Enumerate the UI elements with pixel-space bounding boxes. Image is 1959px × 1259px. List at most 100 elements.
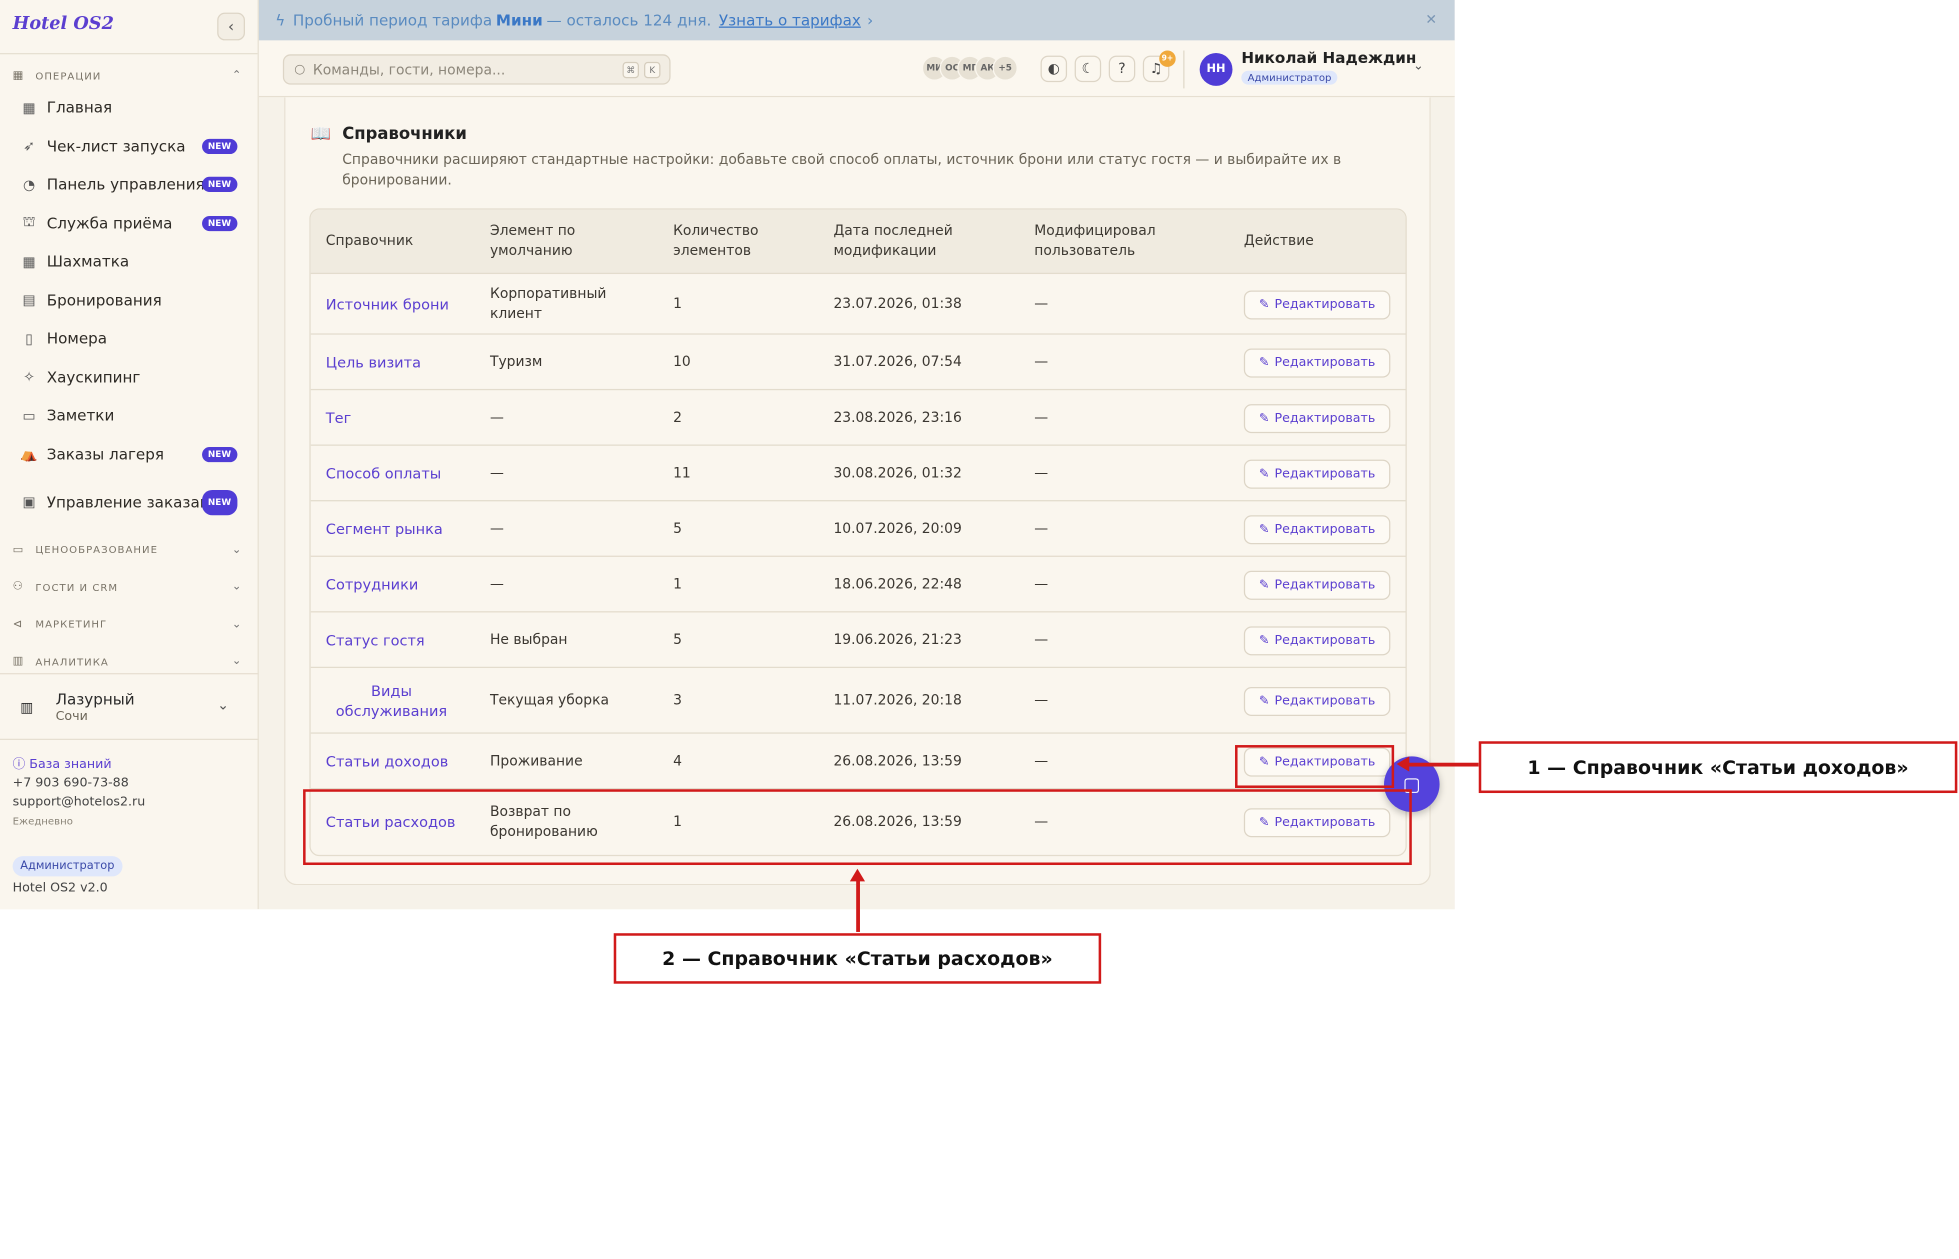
section-header[interactable]: ⚇ ГОСТИ И CRM ⌄ bbox=[0, 569, 258, 606]
sidebar-item-label: Хаускипинг bbox=[46, 368, 141, 387]
knowledge-base-link[interactable]: ⓘ База знаний bbox=[13, 753, 112, 772]
app-logo[interactable]: Hotel OS2 bbox=[13, 14, 114, 34]
banner-remaining: — осталось 124 дня. bbox=[546, 11, 712, 30]
table-cell: — bbox=[1034, 464, 1049, 482]
section-label: МАРКЕТИНГ bbox=[35, 619, 108, 631]
sidebar-item-label: Главная bbox=[46, 98, 113, 117]
sidebar-item[interactable]: ⛺ Заказы лагеря NEW bbox=[0, 435, 258, 474]
hotel-city: Сочи bbox=[55, 709, 88, 724]
sidebar-item[interactable]: ▦ Шахматка bbox=[0, 242, 258, 281]
section-operations[interactable]: ▦ ОПЕРАЦИИ ⌃ bbox=[0, 63, 258, 88]
edit-button[interactable]: ✎ Редактировать bbox=[1243, 570, 1391, 600]
table-cell: — bbox=[1034, 295, 1049, 312]
dictionary-link[interactable]: Источник брони bbox=[326, 294, 465, 314]
tariffs-link[interactable]: Узнать о тарифах bbox=[719, 11, 861, 29]
table-cell: — bbox=[489, 464, 504, 482]
chevron-down-icon: ⌄ bbox=[231, 543, 243, 557]
users-icon: ⚇ bbox=[12, 581, 24, 594]
table-row: Статус гостя Не выбран 5 19.06.2026, 21:23 —… bbox=[310, 612, 1406, 669]
edit-button-label: Редактировать bbox=[1274, 577, 1376, 592]
palette-button[interactable]: ◐ bbox=[1040, 55, 1068, 83]
sidebar-item[interactable]: ▯ Номера bbox=[0, 319, 258, 358]
divider bbox=[1183, 50, 1185, 89]
chevron-up-icon: ⌃ bbox=[231, 69, 243, 83]
edit-button[interactable]: ✎ Редактировать bbox=[1243, 289, 1391, 319]
door-icon: ▯ bbox=[25, 330, 33, 347]
theme-toggle-button[interactable]: ☾ bbox=[1074, 55, 1102, 83]
close-banner-button[interactable]: ✕ bbox=[1425, 11, 1437, 27]
edit-button[interactable]: ✎ Редактировать bbox=[1243, 403, 1391, 433]
table-cell: Не выбран bbox=[489, 631, 568, 648]
dictionary-link[interactable]: Тег bbox=[326, 408, 465, 428]
table-cell: 11 bbox=[673, 464, 691, 482]
building-icon: ▥ bbox=[20, 699, 34, 717]
kbd-k: K bbox=[644, 61, 661, 79]
new-badge: NEW bbox=[201, 446, 238, 462]
dictionary-link[interactable]: Статус гостя bbox=[326, 630, 465, 650]
table-icon: ▦ bbox=[22, 253, 36, 270]
sidebar-item[interactable]: ▤ Бронирования bbox=[0, 281, 258, 320]
pencil-icon: ✎ bbox=[1258, 522, 1270, 537]
dictionary-link[interactable]: Сегмент рынка bbox=[326, 519, 465, 539]
edit-button[interactable]: ✎ Редактировать bbox=[1243, 347, 1391, 377]
dictionary-link[interactable]: Виды обслуживания bbox=[326, 681, 457, 721]
hotel-selector[interactable]: ▥ Лазурный Сочи ⌄ bbox=[0, 673, 259, 741]
dictionary-link[interactable]: Способ оплаты bbox=[326, 463, 465, 483]
sidebar-item[interactable]: ✧ Хаускипинг bbox=[0, 358, 258, 397]
section-list: ▭ ЦЕНООБРАЗОВАНИЕ ⌄ ⚇ ГОСТИ И CRM ⌄ ⊲ МАРКЕТИНГ… bbox=[0, 532, 258, 681]
table-cell: Корпоративный клиент bbox=[489, 285, 607, 323]
edit-button[interactable]: ✎ Редактировать bbox=[1243, 625, 1391, 655]
page-title: Справочники bbox=[342, 125, 467, 144]
moon-icon: ☾ bbox=[1081, 60, 1095, 78]
edit-button[interactable]: ✎ Редактировать bbox=[1243, 459, 1391, 489]
banner-plan: Мини bbox=[495, 11, 543, 30]
new-badge: NEW bbox=[201, 177, 238, 193]
new-badge: NEW bbox=[201, 138, 238, 154]
sidebar-item[interactable]: ▭ Заметки bbox=[0, 397, 258, 436]
dictionary-link[interactable]: Статьи доходов bbox=[326, 751, 465, 771]
section-label: ЦЕНООБРАЗОВАНИЕ bbox=[35, 544, 158, 556]
search-input[interactable]: ○ Команды, гости, номера... ⌘ K bbox=[282, 54, 671, 85]
table-cell: — bbox=[489, 575, 504, 593]
page-description: Справочники расширяют стандартные настро… bbox=[342, 151, 1342, 189]
sidebar-header: Hotel OS2 ‹ bbox=[0, 0, 258, 55]
dictionary-link[interactable]: Сотрудники bbox=[326, 575, 465, 595]
table-cell: 26.08.2026, 13:59 bbox=[833, 752, 962, 770]
support-hours: Ежедневно bbox=[12, 815, 73, 828]
support-email[interactable]: support@hotelos2.ru bbox=[13, 796, 146, 810]
sidebar-item[interactable]: ➶ Чек-лист запуска NEW bbox=[0, 127, 258, 166]
table-cell: — bbox=[489, 520, 504, 537]
column-header: Элемент по умолчанию bbox=[489, 222, 576, 259]
user-avatar-small[interactable]: +5 bbox=[992, 55, 1018, 81]
section-header[interactable]: ▭ ЦЕНООБРАЗОВАНИЕ ⌄ bbox=[0, 532, 258, 569]
pencil-icon: ✎ bbox=[1258, 355, 1270, 370]
sidebar-item[interactable]: ▦ Главная bbox=[0, 88, 258, 127]
annotation-line-2 bbox=[856, 880, 860, 932]
user-name[interactable]: Николай Надеждин bbox=[1241, 49, 1416, 67]
sidebar-item-label: Шахматка bbox=[46, 252, 130, 271]
sidebar-item[interactable]: ▣ Управление заказами NEW bbox=[0, 474, 258, 532]
edit-button[interactable]: ✎ Редактировать bbox=[1243, 686, 1391, 716]
role-badge: Администратор bbox=[12, 856, 123, 877]
sidebar-item[interactable]: ◔ Панель управления NEW bbox=[0, 165, 258, 204]
annotation-line-1 bbox=[1408, 762, 1479, 767]
pencil-icon: ✎ bbox=[1258, 297, 1270, 312]
grid-icon: ▦ bbox=[22, 99, 36, 116]
table-cell: — bbox=[1034, 752, 1049, 770]
annotation-box-2 bbox=[303, 789, 1412, 866]
sparkle-icon: ✧ bbox=[23, 369, 35, 386]
support-phone[interactable]: +7 903 690-73-88 bbox=[13, 777, 129, 791]
dictionary-link[interactable]: Цель визита bbox=[326, 352, 465, 372]
edit-button[interactable]: ✎ Редактировать bbox=[1243, 514, 1391, 544]
new-badge: NEW bbox=[201, 215, 238, 231]
chevron-left-icon: ‹ bbox=[228, 17, 235, 36]
online-users[interactable]: МИ ОС МГ АК +5 bbox=[921, 55, 1018, 81]
chevron-down-icon[interactable]: ⌄ bbox=[1413, 59, 1424, 73]
table-row: Источник брони Корпоративный клиент 1 23.07… bbox=[310, 274, 1406, 335]
collapse-sidebar-button[interactable]: ‹ bbox=[217, 12, 245, 41]
table-cell: — bbox=[1034, 692, 1049, 709]
section-header[interactable]: ⊲ МАРКЕТИНГ ⌄ bbox=[0, 606, 258, 643]
user-avatar[interactable]: НН bbox=[1199, 53, 1233, 86]
sidebar-item[interactable]: ⛫ Служба приёма NEW bbox=[0, 204, 258, 243]
help-button[interactable]: ? bbox=[1108, 55, 1136, 83]
